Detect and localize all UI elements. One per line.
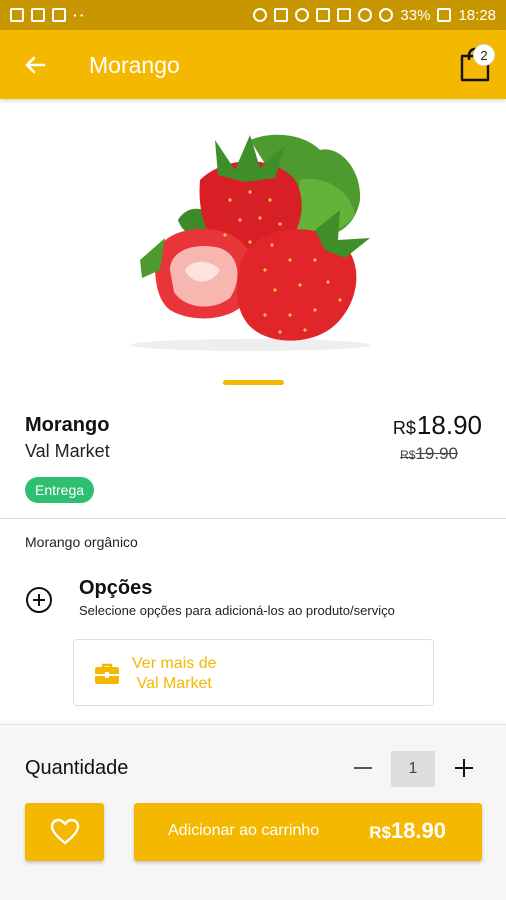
old-price-value: 19.90: [415, 444, 458, 463]
battery-icon: [437, 8, 452, 22]
see-more-line2: Val Market: [136, 675, 212, 692]
quantity-label: Quantidade: [25, 757, 129, 779]
options-title: Opções: [79, 577, 153, 599]
options-subtitle: Selecione opções para adicioná-los ao pr…: [79, 603, 395, 618]
quantity-value[interactable]: 1: [391, 751, 435, 787]
add-price-value: 18.90: [390, 818, 446, 843]
product-page: ·· 33% 18:28 Morango 2 Morango Val Marke…: [0, 0, 506, 900]
status-bar: ·· 33% 18:28: [0, 0, 506, 30]
product-name: Morango: [25, 414, 110, 436]
app-bar: Morango 2: [0, 30, 506, 99]
mute-icon: [274, 8, 289, 22]
add-to-cart-label: Adicionar ao carrinho: [168, 822, 320, 839]
delivery-badge: Entrega: [25, 477, 95, 503]
status-system: 33% 18:28: [253, 7, 496, 24]
store-name: Val Market: [25, 441, 110, 461]
increase-quantity-button[interactable]: [451, 755, 477, 781]
old-price: R$19.90: [400, 444, 458, 464]
plus-circle-icon: [26, 587, 52, 613]
no-data-icon: [358, 8, 373, 22]
more-notifications-icon: ··: [73, 7, 87, 23]
product-price: R$18.90: [393, 410, 482, 441]
add-to-cart-button[interactable]: Adicionar ao carrinho R$18.90: [134, 803, 482, 861]
price-value: 18.90: [416, 410, 482, 440]
product-description: Morango orgânico: [25, 534, 138, 550]
add-price-currency: R$: [369, 823, 391, 842]
image-carousel-indicator: [223, 380, 284, 385]
strawberry-image: [130, 134, 370, 351]
product-image: [100, 120, 406, 360]
minus-icon: [354, 767, 372, 769]
cart-count-badge: 2: [473, 44, 495, 66]
status-notifications: ··: [10, 7, 86, 23]
see-more-store-label: Ver mais de Val Market: [132, 654, 216, 694]
plus-icon-vertical: [463, 759, 465, 777]
heart-icon: [50, 818, 79, 845]
app-notification-icon: [52, 8, 66, 22]
arrow-left-icon: [25, 56, 46, 74]
cart-button[interactable]: 2: [456, 44, 495, 84]
add-to-cart-price: R$18.90: [369, 818, 446, 844]
favorite-button[interactable]: [25, 803, 104, 861]
back-button[interactable]: [20, 50, 50, 80]
see-more-store-button[interactable]: Ver mais de Val Market: [73, 639, 434, 706]
gallery-icon: [10, 8, 24, 22]
sim-icon: [337, 8, 352, 22]
page-title: Morango: [89, 52, 180, 78]
alarm-icon: [295, 8, 310, 22]
instagram-icon: [31, 8, 45, 22]
bottom-bar: Quantidade 1 Adicionar ao carrinho R$18.…: [0, 724, 506, 900]
clock: 18:28: [458, 6, 496, 24]
old-price-currency: R$: [400, 448, 416, 462]
location-icon: [253, 8, 268, 22]
briefcase-icon: [94, 662, 120, 686]
wifi-icon: [316, 8, 331, 22]
divider: [0, 518, 506, 519]
decrease-quantity-button[interactable]: [350, 755, 376, 781]
price-currency: R$: [392, 418, 416, 438]
battery-percent: 33%: [400, 6, 431, 24]
see-more-line1: Ver mais de: [132, 655, 217, 672]
do-not-disturb-icon: [379, 8, 394, 22]
add-options-button[interactable]: [25, 586, 53, 614]
